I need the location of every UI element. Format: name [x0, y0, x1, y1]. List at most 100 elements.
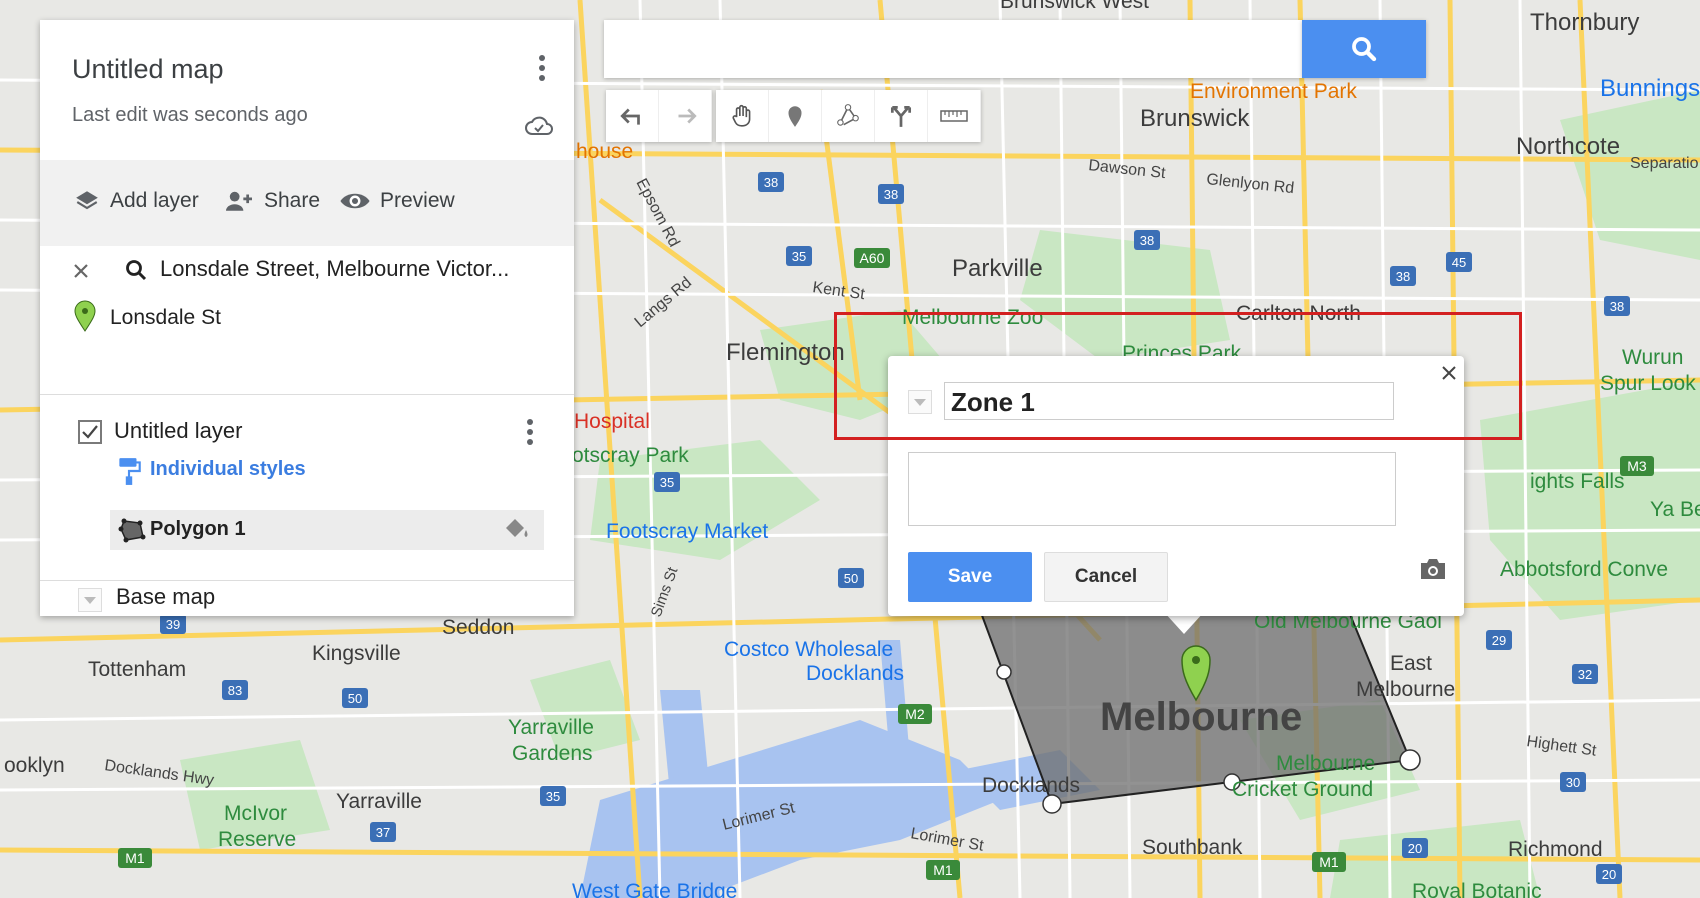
label-yarraville: Yarraville — [336, 790, 422, 813]
map-panel: Untitled map Last edit was seconds ago A… — [40, 20, 574, 616]
panel-actions: Add layer Share Preview — [40, 160, 574, 246]
svg-text:38: 38 — [884, 187, 898, 202]
share-label: Share — [264, 189, 321, 212]
feature-description-input[interactable] — [908, 452, 1396, 526]
kebab-menu-icon[interactable] — [518, 416, 542, 450]
last-edit-status: Last edit was seconds ago — [72, 104, 308, 126]
label-separation: Separatio — [1630, 155, 1699, 172]
svg-text:39: 39 — [166, 617, 180, 632]
svg-text:83: 83 — [228, 683, 242, 698]
svg-text:M1: M1 — [933, 862, 953, 878]
label-southbank: Southbank — [1142, 836, 1243, 859]
polygon-icon — [118, 518, 146, 543]
map-search-input[interactable] — [604, 20, 1302, 78]
draw-line-button[interactable] — [822, 90, 875, 142]
route-m3-badge: M3 — [1620, 456, 1654, 476]
label-east-melbourne-2: Melbourne — [1356, 678, 1455, 701]
eye-icon — [340, 193, 370, 209]
label-heights-falls: ights Falls — [1530, 470, 1625, 493]
svg-text:50: 50 — [844, 571, 858, 586]
label-environment-park: Environment Park — [1190, 80, 1357, 103]
save-button[interactable]: Save — [908, 552, 1032, 602]
label-kingsville: Kingsville — [312, 642, 401, 665]
search-results-section: Lonsdale Street, Melbourne Victor... Lon… — [40, 246, 574, 395]
layer-section: Untitled layer Individual styles Polygon… — [40, 394, 574, 581]
label-footscray-park: otscray Park — [572, 444, 689, 467]
label-mcivor-1: McIvor — [224, 802, 287, 825]
label-seddon: Seddon — [442, 616, 514, 639]
feature-row-polygon-1[interactable]: Polygon 1 — [110, 510, 544, 550]
label-costco-docklands: Docklands — [806, 662, 904, 685]
label-royal-botanic: Royal Botanic — [1412, 880, 1542, 898]
marker-icon — [74, 300, 96, 332]
label-bunnings: Bunnings — [1600, 75, 1700, 102]
label-yarraville-gardens-1: Yarraville — [508, 716, 594, 739]
draw-tools-group — [716, 90, 981, 142]
label-docklands: Docklands — [982, 774, 1080, 797]
undo-redo-group — [606, 90, 712, 142]
individual-styles-link[interactable]: Individual styles — [150, 458, 306, 481]
redo-icon — [678, 108, 697, 124]
share-button[interactable]: Share — [222, 188, 320, 214]
svg-text:M2: M2 — [905, 706, 925, 722]
search-button[interactable] — [1302, 20, 1426, 78]
hand-icon — [732, 104, 751, 127]
search-query-text[interactable]: Lonsdale Street, Melbourne Victor... — [160, 256, 509, 282]
preview-button[interactable]: Preview — [338, 188, 455, 214]
undo-button[interactable] — [606, 90, 659, 142]
layers-icon — [76, 191, 98, 210]
paint-bucket-icon[interactable] — [502, 516, 532, 544]
label-wurundjeri: Wurun — [1622, 346, 1683, 369]
add-directions-button[interactable] — [875, 90, 928, 142]
preview-label: Preview — [380, 189, 455, 212]
measure-button[interactable] — [928, 90, 981, 142]
label-thornbury: Thornbury — [1530, 9, 1639, 36]
close-icon[interactable] — [72, 262, 90, 280]
redo-button[interactable] — [659, 90, 712, 142]
svg-text:35: 35 — [792, 249, 806, 264]
label-spur-lookout: Spur Look — [1600, 372, 1696, 395]
label-costco: Costco Wholesale — [724, 638, 893, 661]
label-yarraville-gardens-2: Gardens — [512, 742, 593, 765]
svg-text:38: 38 — [1396, 269, 1410, 284]
label-northcote: Northcote — [1516, 133, 1620, 160]
svg-text:20: 20 — [1602, 867, 1616, 882]
add-marker-button[interactable] — [769, 90, 822, 142]
camera-icon[interactable] — [1418, 556, 1448, 582]
svg-text:38: 38 — [1610, 299, 1624, 314]
label-richmond: Richmond — [1508, 838, 1603, 861]
svg-text:32: 32 — [1578, 667, 1592, 682]
label-mcivor-2: Reserve — [218, 828, 296, 851]
route-m1-badge: M1 — [118, 848, 152, 868]
svg-text:35: 35 — [546, 789, 560, 804]
label-footscray-market: Footscray Market — [606, 520, 768, 543]
label-mcg-1: Melbourne — [1276, 752, 1375, 775]
kebab-menu-icon[interactable] — [530, 52, 554, 86]
paint-roller-icon — [119, 458, 141, 485]
line-icon — [837, 104, 859, 126]
chevron-down-icon[interactable] — [78, 588, 102, 612]
base-map-label[interactable]: Base map — [116, 584, 215, 610]
svg-text:M1: M1 — [125, 850, 145, 866]
svg-text:50: 50 — [348, 691, 362, 706]
label-brunswick: Brunswick — [1140, 105, 1250, 132]
add-layer-button[interactable]: Add layer — [72, 188, 199, 214]
label-tottenham: Tottenham — [88, 658, 186, 681]
layer-name[interactable]: Untitled layer — [114, 418, 242, 444]
route-m1-badge: M1 — [926, 860, 960, 880]
label-yarra-bend: Ya Bend — [1650, 498, 1700, 521]
svg-text:45: 45 — [1452, 255, 1466, 270]
route-m2-badge: M2 — [898, 704, 932, 724]
svg-text:38: 38 — [764, 175, 778, 190]
label-parkville: Parkville — [952, 255, 1043, 282]
layer-visibility-checkbox[interactable] — [78, 420, 102, 444]
select-items-button[interactable] — [716, 90, 769, 142]
svg-text:30: 30 — [1566, 775, 1580, 790]
search-result-item[interactable]: Lonsdale St — [110, 306, 221, 330]
map-title[interactable]: Untitled map — [72, 54, 224, 85]
route-a60-badge: A60 — [854, 248, 890, 268]
svg-text:A60: A60 — [860, 250, 885, 266]
cancel-button[interactable]: Cancel — [1044, 552, 1168, 602]
label-brunswick-west: Brunswick West — [1000, 0, 1149, 13]
label-house: house — [576, 140, 633, 163]
